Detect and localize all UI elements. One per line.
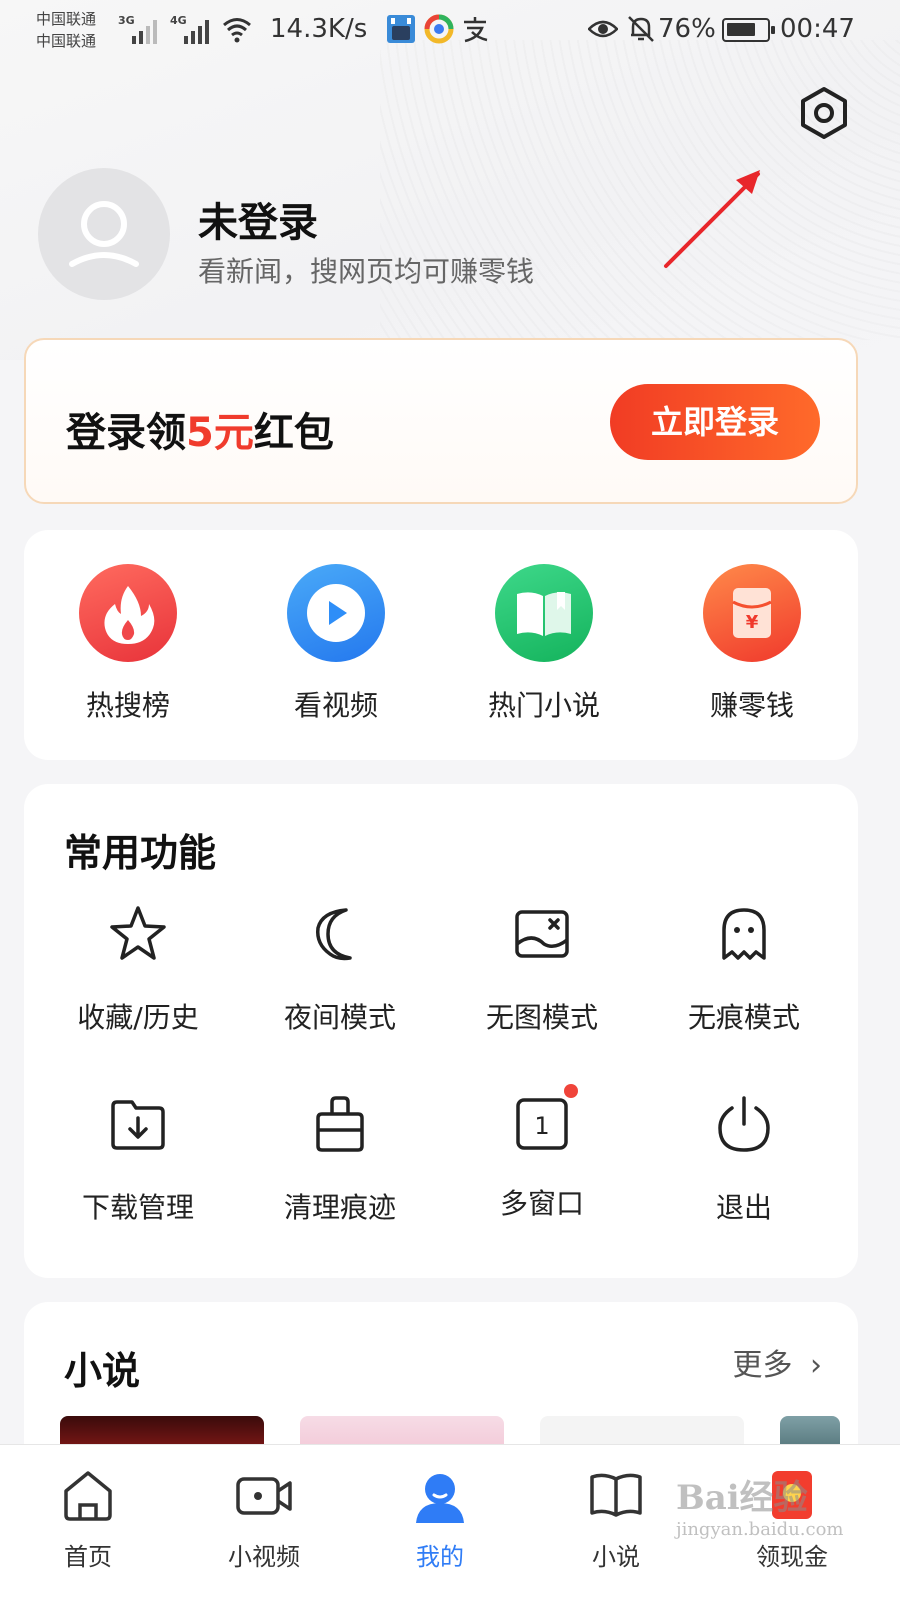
promo-text: 登录领5元红包 xyxy=(66,410,334,456)
settings-icon[interactable] xyxy=(798,86,850,140)
notification-dot xyxy=(564,1084,578,1098)
tab-home[interactable]: 首页 xyxy=(18,1465,158,1572)
moon-icon xyxy=(316,908,352,961)
common-functions-card: 常用功能 收藏/历史 夜间模式 无图模式 无痕模式 下载管理 清理痕迹 1 多窗… xyxy=(24,784,858,1278)
eye-icon xyxy=(588,20,618,38)
play-icon xyxy=(287,564,385,662)
book-icon xyxy=(495,564,593,662)
power-icon xyxy=(718,1096,770,1152)
window-count-icon: 1 xyxy=(510,1084,578,1156)
novel-icon xyxy=(590,1473,642,1517)
red-envelope-icon: ¥ xyxy=(703,564,801,662)
battery-percent: 76% xyxy=(658,14,716,44)
quick-action-hot-novels[interactable]: 热门小说 xyxy=(464,564,624,724)
promo-amount: 5元 xyxy=(186,410,254,456)
network-speed: 14.3K/s xyxy=(270,14,368,44)
user-subtitle: 看新闻，搜网页均可赚零钱 xyxy=(198,255,535,288)
quick-action-earn-money[interactable]: ¥ 赚零钱 xyxy=(672,564,832,724)
novel-section-title: 小说 xyxy=(64,1349,141,1393)
clock: 00:47 xyxy=(780,14,855,44)
tab-profile[interactable]: 我的 xyxy=(370,1465,510,1572)
username[interactable]: 未登录 xyxy=(198,190,318,248)
function-download-manager[interactable]: 下载管理 xyxy=(38,1092,238,1226)
window-count: 1 xyxy=(534,1112,549,1140)
fire-icon xyxy=(79,564,177,662)
mute-icon xyxy=(628,16,654,42)
login-button[interactable]: 立即登录 xyxy=(610,384,820,460)
quick-action-watch-video[interactable]: 看视频 xyxy=(256,564,416,724)
tab-short-video[interactable]: 小视频 xyxy=(194,1465,334,1572)
function-exit[interactable]: 退出 xyxy=(644,1092,844,1226)
profile-icon xyxy=(416,1474,464,1523)
ghost-icon xyxy=(722,908,766,960)
video-icon xyxy=(236,1477,292,1515)
tab-novel[interactable]: 小说 xyxy=(546,1465,686,1572)
carrier-1: 中国联通 xyxy=(36,10,97,28)
chevron-right-icon: › xyxy=(810,1348,822,1383)
battery-icon xyxy=(722,18,775,42)
annotation-arrow xyxy=(664,170,760,268)
app-icon xyxy=(387,15,415,43)
battery-fill xyxy=(727,23,755,36)
login-promo-card: 登录领5元红包 立即登录 xyxy=(24,338,858,504)
download-folder-icon xyxy=(111,1100,165,1150)
carrier-labels: 中国联通 中国联通 xyxy=(36,8,96,52)
common-functions-title: 常用功能 xyxy=(64,831,217,875)
avatar[interactable] xyxy=(38,168,170,300)
function-clear-traces[interactable]: 清理痕迹 xyxy=(240,1092,440,1226)
quick-action-hot-search[interactable]: 热搜榜 xyxy=(48,564,208,724)
carrier-2: 中国联通 xyxy=(36,32,97,50)
svg-text:¥: ¥ xyxy=(746,612,759,633)
user-icon xyxy=(69,201,139,267)
status-bar: 中国联通 中国联通 3G 4G 14.3K/s 76% 00:47 xyxy=(36,8,855,52)
home-icon xyxy=(64,1471,112,1521)
function-multi-window[interactable]: 1 多窗口 xyxy=(442,1084,642,1222)
function-incognito-mode[interactable]: 无痕模式 xyxy=(644,902,844,1036)
function-no-image-mode[interactable]: 无图模式 xyxy=(442,902,642,1036)
quick-actions-card: 热搜榜 看视频 热门小说 ¥ 赚零钱 xyxy=(24,530,858,760)
browser-icon xyxy=(424,14,454,44)
wifi-icon xyxy=(223,18,251,43)
star-icon xyxy=(110,906,166,960)
clean-icon xyxy=(316,1096,364,1152)
no-image-icon xyxy=(515,910,569,958)
function-night-mode[interactable]: 夜间模式 xyxy=(240,902,440,1036)
alipay-icon xyxy=(464,17,488,43)
baidu-jingyan-watermark: Bai经验 jingyan.baidu.com xyxy=(676,1478,844,1540)
more-link[interactable]: 更多 › xyxy=(732,1340,822,1384)
function-favorites-history[interactable]: 收藏/历史 xyxy=(38,902,238,1036)
